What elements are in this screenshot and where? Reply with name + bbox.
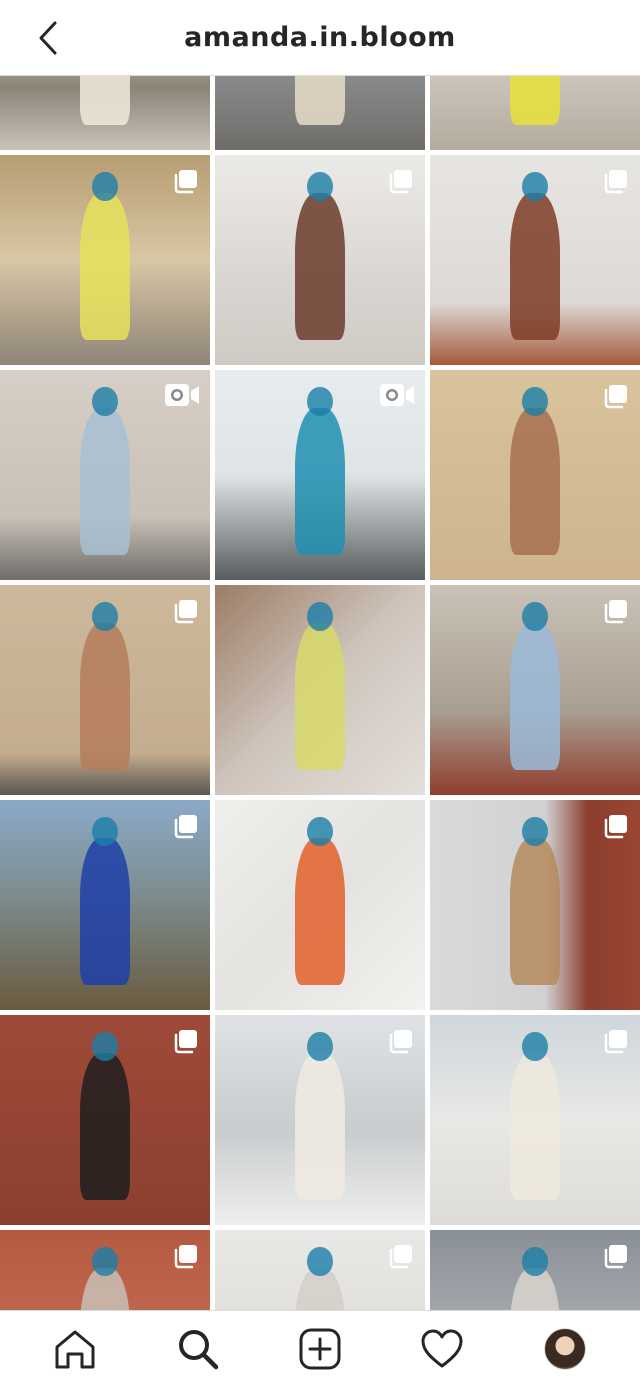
- video-icon: [380, 384, 414, 406]
- heart-icon: [421, 1329, 463, 1367]
- photo-subject-head: [522, 1246, 548, 1277]
- add-post-icon: [299, 1328, 341, 1369]
- back-button[interactable]: [28, 18, 68, 58]
- carousel-icon: [389, 170, 412, 194]
- tab-home[interactable]: [43, 1317, 107, 1381]
- grid-photo[interactable]: [0, 1230, 210, 1310]
- photo-subject: [294, 837, 346, 985]
- carousel-icon: [604, 1030, 627, 1054]
- photo-subject: [79, 407, 131, 555]
- tab-profile[interactable]: [533, 1317, 597, 1381]
- carousel-icon: [174, 170, 197, 194]
- photo-subject-head: [92, 386, 118, 417]
- photo-subject-head: [92, 816, 118, 847]
- photo-subject: [509, 407, 561, 555]
- photo-subject: [509, 1052, 561, 1200]
- chevron-left-icon: [39, 21, 57, 55]
- grid-photo[interactable]: [215, 76, 425, 150]
- photo-subject-head: [522, 601, 548, 632]
- carousel-icon: [604, 815, 627, 839]
- photo-subject-head: [522, 816, 548, 847]
- grid-photo[interactable]: [430, 370, 640, 580]
- grid-photo[interactable]: [430, 800, 640, 1010]
- photo-subject: [79, 1052, 131, 1200]
- photo-subject: [79, 192, 131, 340]
- grid-photo[interactable]: [430, 585, 640, 795]
- tab-activity[interactable]: [410, 1317, 474, 1381]
- photo-subject-head: [522, 386, 548, 417]
- grid-photo[interactable]: [215, 1015, 425, 1225]
- photo-subject: [509, 76, 561, 125]
- profile-avatar: [543, 1327, 586, 1370]
- carousel-icon: [174, 815, 197, 839]
- carousel-icon: [174, 1245, 197, 1269]
- grid-photo[interactable]: [430, 1230, 640, 1310]
- tab-new-post[interactable]: [288, 1317, 352, 1381]
- grid-photo[interactable]: [430, 76, 640, 150]
- grid-photo[interactable]: [0, 370, 210, 580]
- carousel-icon: [604, 385, 627, 409]
- grid-photo[interactable]: [215, 585, 425, 795]
- grid-photo[interactable]: [215, 370, 425, 580]
- grid-photo[interactable]: [0, 76, 210, 150]
- grid-photo[interactable]: [0, 1015, 210, 1225]
- photo-subject: [294, 622, 346, 770]
- explore-photo-grid: [0, 76, 640, 1310]
- page-title: amanda.in.bloom: [184, 22, 456, 53]
- grid-photo[interactable]: [0, 800, 210, 1010]
- grid-photo[interactable]: [0, 585, 210, 795]
- photo-subject-head: [92, 1031, 118, 1062]
- photo-subject-head: [92, 171, 118, 202]
- photo-subject: [79, 622, 131, 770]
- carousel-icon: [604, 1245, 627, 1269]
- photo-subject-head: [307, 601, 333, 632]
- photo-subject-head: [92, 1246, 118, 1277]
- grid-photo[interactable]: [430, 155, 640, 365]
- search-icon: [178, 1329, 218, 1369]
- photo-subject-head: [307, 816, 333, 847]
- photo-subject: [79, 76, 131, 125]
- photo-subject-head: [307, 1031, 333, 1062]
- photo-subject: [294, 76, 346, 125]
- photo-subject-head: [307, 1246, 333, 1277]
- photo-subject-head: [92, 601, 118, 632]
- photo-subject: [294, 192, 346, 340]
- photo-subject: [509, 837, 561, 985]
- carousel-icon: [604, 600, 627, 624]
- carousel-icon: [389, 1245, 412, 1269]
- photo-subject: [79, 837, 131, 985]
- grid-photo[interactable]: [215, 1230, 425, 1310]
- grid-photo[interactable]: [215, 155, 425, 365]
- grid-photo[interactable]: [430, 1015, 640, 1225]
- home-icon: [55, 1330, 95, 1368]
- photo-subject: [294, 1052, 346, 1200]
- carousel-icon: [604, 170, 627, 194]
- photo-subject: [294, 407, 346, 555]
- grid-photo[interactable]: [0, 155, 210, 365]
- carousel-icon: [389, 1030, 412, 1054]
- photo-subject-head: [307, 171, 333, 202]
- carousel-icon: [174, 600, 197, 624]
- bottom-tab-bar: [0, 1310, 640, 1386]
- photo-subject-head: [522, 171, 548, 202]
- photo-subject: [509, 192, 561, 340]
- grid-photo[interactable]: [215, 800, 425, 1010]
- tab-search[interactable]: [166, 1317, 230, 1381]
- carousel-icon: [174, 1030, 197, 1054]
- photo-subject: [509, 622, 561, 770]
- photo-subject-head: [307, 386, 333, 417]
- top-bar: amanda.in.bloom: [0, 0, 640, 76]
- video-icon: [165, 384, 199, 406]
- photo-subject-head: [522, 1031, 548, 1062]
